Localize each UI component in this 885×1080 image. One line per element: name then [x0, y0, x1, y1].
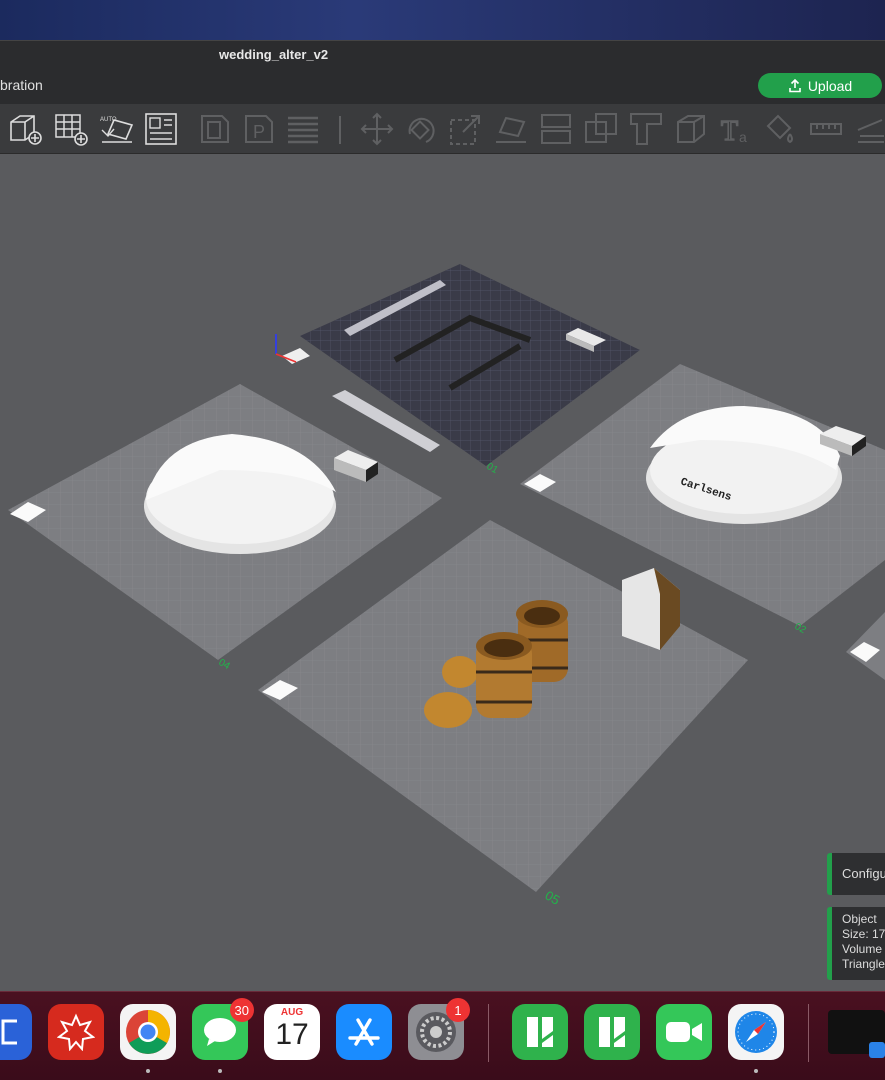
layers-icon[interactable]: [286, 112, 320, 146]
dock-divider: [808, 1004, 809, 1062]
assemble-icon[interactable]: [854, 112, 885, 146]
finder-badge-icon: [869, 1042, 885, 1058]
code-editor-icon[interactable]: [0, 1004, 32, 1060]
cut-icon[interactable]: [539, 112, 573, 146]
upload-icon: [789, 78, 801, 92]
paint-icon[interactable]: [764, 112, 798, 146]
dock-divider: [488, 1004, 489, 1062]
messages-icon[interactable]: 30: [192, 998, 254, 1060]
text-icon[interactable]: Ta: [719, 112, 753, 148]
calendar-icon[interactable]: AUG 17: [264, 1004, 320, 1060]
support-icon[interactable]: [674, 112, 708, 146]
measure-icon[interactable]: [809, 112, 843, 146]
add-grid-icon[interactable]: [54, 112, 88, 146]
split-icon[interactable]: [584, 112, 618, 146]
plate-icon[interactable]: [198, 112, 232, 146]
scale-icon[interactable]: [449, 112, 483, 146]
plate-label-05: 05: [543, 888, 563, 908]
desktop-background: [0, 0, 885, 40]
app-store-icon[interactable]: [336, 1004, 392, 1060]
svg-text:a: a: [739, 129, 747, 145]
running-indicator: [218, 1069, 222, 1073]
running-indicator: [754, 1069, 758, 1073]
bambu-handy-icon[interactable]: [584, 1004, 640, 1060]
calendar-day: 17: [275, 1018, 309, 1051]
build-plates-scene[interactable]: 01 Carlsens 02 04 05: [0, 154, 885, 991]
wolfram-icon[interactable]: [48, 1004, 104, 1060]
toolbar: AUTO P Ta: [0, 104, 885, 154]
settings-badge: 1: [446, 998, 470, 1022]
menu-bar: bration: [0, 68, 885, 104]
plate-partial[interactable]: [846, 612, 885, 680]
config-notification[interactable]: Configu: [827, 853, 885, 895]
chrome-icon[interactable]: [120, 1004, 176, 1060]
lay-flat-icon[interactable]: [494, 112, 528, 146]
dock: 30 AUG 17 1: [0, 991, 885, 1080]
auto-orient-icon[interactable]: AUTO: [100, 112, 134, 146]
system-settings-icon[interactable]: 1: [408, 998, 470, 1060]
plate-05[interactable]: 05: [258, 520, 748, 908]
3d-viewport[interactable]: 01 Carlsens 02 04 05: [0, 154, 885, 991]
window-titlebar: wedding_alter_v2: [0, 40, 885, 68]
object-info-panel: Object Size: 17 Volume Triangle: [827, 907, 885, 980]
add-object-icon[interactable]: [8, 112, 42, 146]
toolbar-divider: [339, 116, 341, 144]
svg-text:P: P: [253, 122, 265, 142]
object-info-line: Object: [842, 912, 877, 926]
tab-calibration[interactable]: bration: [0, 77, 43, 93]
plate-p-icon[interactable]: P: [242, 112, 276, 146]
arrange-icon[interactable]: [144, 112, 178, 146]
move-icon[interactable]: [360, 112, 394, 146]
calendar-month: AUG: [280, 1007, 304, 1018]
upload-label: Upload: [807, 77, 853, 94]
window-title: wedding_alter_v2: [219, 47, 329, 62]
svg-text:T: T: [721, 116, 738, 146]
bambu-studio-icon[interactable]: [512, 1004, 568, 1060]
facetime-icon[interactable]: [656, 1004, 712, 1060]
running-indicator: [146, 1069, 150, 1073]
object-volume-line: Volume: [842, 942, 883, 956]
config-label: Configu: [842, 866, 885, 881]
rotate-icon[interactable]: [404, 112, 438, 146]
upload-button[interactable]: Upload: [758, 73, 882, 98]
boolean-icon[interactable]: [629, 112, 663, 146]
safari-icon[interactable]: [728, 1004, 784, 1060]
object-triangle-line: Triangle: [842, 957, 885, 971]
object-size-line: Size: 17: [842, 927, 885, 941]
messages-badge: 30: [229, 998, 254, 1022]
